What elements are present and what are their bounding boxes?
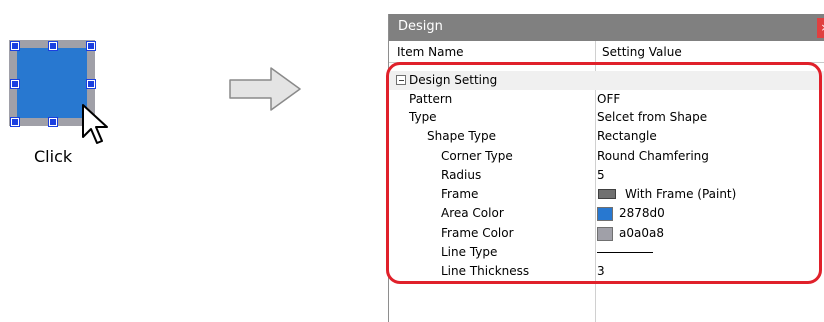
close-icon[interactable]: × xyxy=(817,18,824,38)
resize-handle-middle-right[interactable] xyxy=(86,79,96,89)
property-row-radius[interactable]: Radius 5 xyxy=(389,166,824,185)
property-name: Line Thickness xyxy=(441,264,530,278)
property-row-line-thickness[interactable]: Line Thickness 3 xyxy=(389,262,824,281)
design-panel: Design × Item Name Setting Value Design … xyxy=(388,14,824,322)
frame-style-icon xyxy=(598,189,616,199)
column-header-setting-value[interactable]: Setting Value xyxy=(602,45,682,59)
property-row-type[interactable]: Type Selcet from Shape xyxy=(389,108,824,127)
property-name: Area Color xyxy=(441,206,504,220)
property-row-shape-type[interactable]: Shape Type Rectangle xyxy=(389,127,824,146)
grid-header: Item Name Setting Value xyxy=(389,41,824,63)
resize-handle-top-middle[interactable] xyxy=(48,41,58,51)
property-value: Selcet from Shape xyxy=(597,110,708,124)
property-value: Rectangle xyxy=(597,129,657,143)
collapse-icon[interactable] xyxy=(396,75,406,85)
line-type-sample xyxy=(597,252,653,253)
property-value: Round Chamfering xyxy=(597,149,709,163)
property-row-area-color[interactable]: Area Color 2878d0 xyxy=(389,204,824,223)
resize-handle-bottom-left[interactable] xyxy=(10,117,20,127)
column-header-item-name[interactable]: Item Name xyxy=(397,45,464,59)
resize-handle-top-left[interactable] xyxy=(10,41,20,51)
click-label: Click xyxy=(34,147,73,166)
property-name: Line Type xyxy=(441,245,498,259)
resize-handle-bottom-middle[interactable] xyxy=(48,117,58,127)
right-arrow-icon xyxy=(229,67,301,111)
selected-shape[interactable] xyxy=(9,40,108,144)
property-name: Type xyxy=(409,110,437,124)
category-label: Design Setting xyxy=(409,73,498,87)
property-row-frame[interactable]: Frame With Frame (Paint) xyxy=(389,185,824,204)
category-row-design-setting[interactable]: Design Setting xyxy=(389,71,824,90)
resize-handle-top-right[interactable] xyxy=(86,41,96,51)
property-value: a0a0a8 xyxy=(619,226,664,240)
resize-handle-middle-left[interactable] xyxy=(10,79,20,89)
property-name: Corner Type xyxy=(441,149,513,163)
property-name: Frame Color xyxy=(441,226,514,240)
panel-title: Design xyxy=(398,19,443,34)
property-name: Frame xyxy=(441,187,479,201)
property-value: With Frame (Paint) xyxy=(625,187,737,201)
property-value: 2878d0 xyxy=(619,206,665,220)
shape-fill xyxy=(17,48,87,118)
area-color-swatch[interactable] xyxy=(597,207,613,221)
property-row-corner-type[interactable]: Corner Type Round Chamfering xyxy=(389,147,824,166)
mouse-pointer-icon xyxy=(82,104,108,144)
property-row-frame-color[interactable]: Frame Color a0a0a8 xyxy=(389,224,824,243)
property-name: Pattern xyxy=(409,92,453,106)
property-name: Shape Type xyxy=(427,129,496,143)
property-value: OFF xyxy=(597,92,621,106)
panel-titlebar: Design × xyxy=(389,14,824,41)
property-row-line-type[interactable]: Line Type xyxy=(389,243,824,262)
property-value: 3 xyxy=(597,264,605,278)
frame-color-swatch[interactable] xyxy=(597,227,613,241)
property-row-pattern[interactable]: Pattern OFF xyxy=(389,90,824,109)
property-value: 5 xyxy=(597,168,605,182)
property-name: Radius xyxy=(441,168,482,182)
